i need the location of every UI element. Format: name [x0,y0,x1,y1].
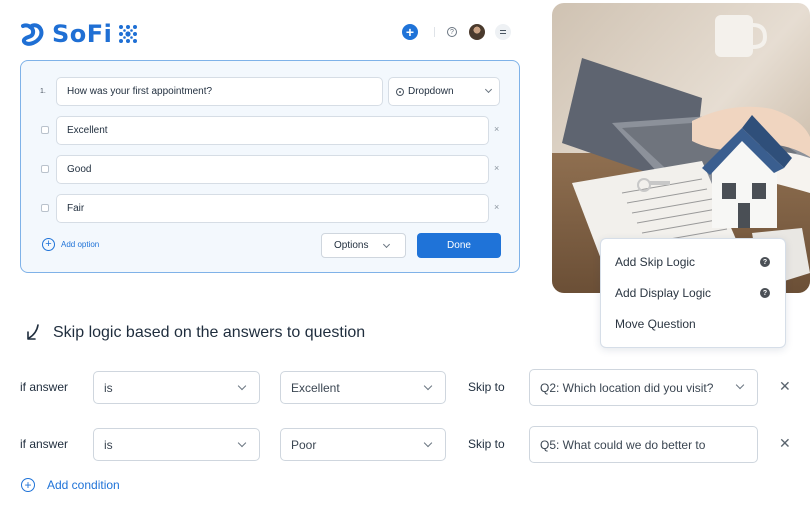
menu-item-move-question[interactable]: Move Question [615,317,696,331]
menu-item-add-skip-logic[interactable]: Add Skip Logic [615,255,695,269]
option-input[interactable]: Good [56,155,489,184]
if-answer-label: if answer [20,380,69,394]
skip-target-select[interactable]: Q2: Which location did you visit? [529,369,758,406]
option-input[interactable]: Fair [56,194,489,223]
skip-to-label: Skip to [468,380,505,394]
arrow-down-left-icon [27,324,39,340]
remove-rule-icon[interactable]: ✕ [779,378,791,395]
option-input[interactable]: Excellent [56,116,489,145]
menu-item-add-display-logic[interactable]: Add Display Logic [615,286,711,300]
option-checkbox[interactable] [41,126,49,134]
sofi-logo-mark-icon [21,23,44,46]
operator-select[interactable]: is [93,371,260,404]
chevron-down-icon [423,381,433,391]
question-text-input[interactable]: How was your first appointment? [56,77,383,106]
help-icon[interactable]: ? [447,27,457,37]
add-option-label: Add option [61,240,100,249]
question-type-label: Dropdown [408,86,454,97]
chevron-down-icon [735,380,745,390]
question-card: 1. How was your first appointment? Dropd… [20,60,520,273]
chevron-down-icon [423,438,433,448]
plus-circle-icon[interactable]: + [402,24,418,40]
option-checkbox[interactable] [41,204,49,212]
user-avatar[interactable] [469,24,485,40]
operator-select[interactable]: is [93,428,260,461]
skip-target-select[interactable]: Q5: What could we do better to [529,426,758,463]
sofi-logo: SoFi [20,20,138,48]
plus-icon: + [21,478,35,492]
remove-option-icon[interactable]: × [494,124,499,134]
skip-logic-title: Skip logic based on the answers to quest… [53,324,366,341]
operator-value: is [104,380,113,395]
question-number: 1. [40,88,46,95]
remove-option-icon[interactable]: × [494,202,499,212]
answer-select[interactable]: Excellent [280,371,446,404]
add-condition-button[interactable]: + Add condition [21,478,120,492]
question-context-menu: Add Skip Logic ? Add Display Logic ? Mov… [600,238,786,348]
answer-value: Excellent [291,380,340,395]
add-option-button[interactable]: + Add option [42,238,99,251]
question-type-select[interactable]: Dropdown [388,77,500,106]
menu-icon[interactable] [495,24,511,40]
header-actions: + ? [402,24,511,40]
chevron-down-icon [382,240,391,249]
skip-to-label: Skip to [468,437,505,451]
done-button[interactable]: Done [417,233,501,258]
skip-logic-heading: Skip logic based on the answers to quest… [25,324,365,342]
brand-name: SoFi [52,20,113,48]
remove-rule-icon[interactable]: ✕ [779,435,791,452]
skip-target-value: Q2: Which location did you visit? [540,380,714,395]
add-condition-label: Add condition [47,478,120,492]
sofi-logo-pattern-icon [119,25,138,43]
options-button[interactable]: Options [321,233,406,258]
skip-target-value: Q5: What could we do better to [540,437,706,452]
chevron-down-icon [237,438,247,448]
chevron-down-icon [237,381,247,391]
answer-select[interactable]: Poor [280,428,446,461]
option-checkbox[interactable] [41,165,49,173]
remove-option-icon[interactable]: × [494,163,499,173]
chevron-down-icon [484,85,493,94]
options-button-label: Options [334,240,369,251]
operator-value: is [104,437,113,452]
answer-value: Poor [291,437,317,452]
help-icon[interactable]: ? [760,288,770,298]
plus-icon: + [42,238,55,251]
header-divider [434,27,435,37]
radio-icon [396,87,404,96]
help-icon[interactable]: ? [760,257,770,267]
if-answer-label: if answer [20,437,69,451]
